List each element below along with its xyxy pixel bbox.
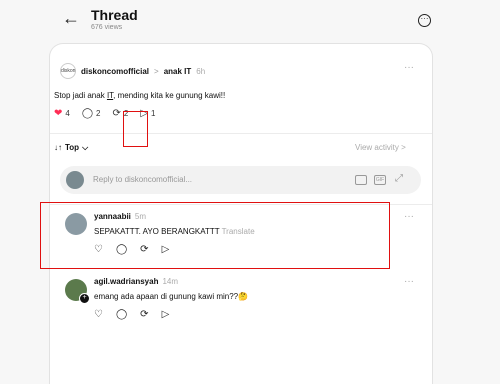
divider — [50, 133, 432, 134]
arrow-left-icon[interactable]: ← — [62, 8, 80, 29]
view-count: 676 views — [91, 24, 123, 31]
post-text-start: Stop jadi anak — [54, 91, 107, 100]
community-link[interactable]: anak IT — [164, 67, 192, 76]
post-time: 6h — [196, 66, 206, 76]
post-author[interactable]: diskoncomofficial — [81, 67, 149, 76]
comment-header: agil.wadriansyah 14m — [94, 277, 178, 286]
sort-icon: ↓↑ — [54, 143, 62, 152]
share-icon[interactable]: ▷ — [162, 309, 170, 320]
chevron-down-icon: ⌵ — [82, 143, 89, 152]
comment-icon: ◯ — [81, 108, 94, 119]
comment-text: emang ada apaan di gunung kawi min??🤔 — [94, 292, 249, 301]
comment-time: 14m — [162, 277, 179, 286]
more-circle-icon[interactable]: ··· — [418, 14, 431, 27]
like-count: 4 — [65, 109, 70, 118]
breadcrumb-separator: > — [154, 66, 159, 76]
image-icon[interactable] — [355, 175, 367, 185]
share-count: 1 — [151, 109, 156, 118]
heart-icon[interactable]: ♡ — [94, 309, 103, 320]
view-activity-link[interactable]: View activity > — [355, 143, 406, 152]
like-button[interactable]: ❤ 4 — [54, 108, 70, 119]
repost-icon[interactable]: ⟳ — [140, 309, 148, 320]
top-bar: ← Thread 676 views ··· — [0, 0, 500, 40]
gif-icon[interactable]: GIF — [374, 175, 386, 185]
post-text: Stop jadi anak IT, mending kita ke gunun… — [54, 91, 225, 100]
comment-actions: ♡ ◯ ⟳ ▷ — [94, 309, 169, 320]
comment-button[interactable]: ◯ 2 — [82, 108, 101, 119]
avatar[interactable]: diskon — [60, 63, 76, 79]
reply-placeholder: Reply to diskoncomofficial... — [93, 175, 193, 184]
highlight-box — [40, 202, 390, 269]
reply-input[interactable]: Reply to diskoncomofficial... GIF ⤢ — [60, 166, 421, 194]
comment-author[interactable]: agil.wadriansyah — [94, 277, 158, 286]
comment-more-icon[interactable]: ··· — [404, 276, 414, 287]
post-more-icon[interactable]: ··· — [404, 62, 414, 73]
page-title: Thread — [91, 7, 138, 23]
repost-icon: ⟳ — [112, 108, 121, 119]
comment-count: 2 — [96, 109, 101, 118]
follow-plus-icon[interactable]: + — [79, 293, 90, 304]
comment-more-icon[interactable]: ··· — [404, 211, 414, 222]
heart-filled-icon: ❤ — [54, 108, 63, 119]
sort-label: Top — [65, 143, 80, 152]
comment-icon[interactable]: ◯ — [116, 309, 127, 320]
sort-dropdown[interactable]: ↓↑ Top ⌵ — [54, 143, 88, 153]
avatar — [66, 171, 84, 189]
expand-icon[interactable]: ⤢ — [395, 173, 403, 184]
highlight-box — [123, 111, 148, 147]
post-header: diskon diskoncomofficial > anak IT 6h — [60, 63, 205, 79]
post-text-end: , mending kita ke gunung kawi!! — [113, 91, 226, 100]
